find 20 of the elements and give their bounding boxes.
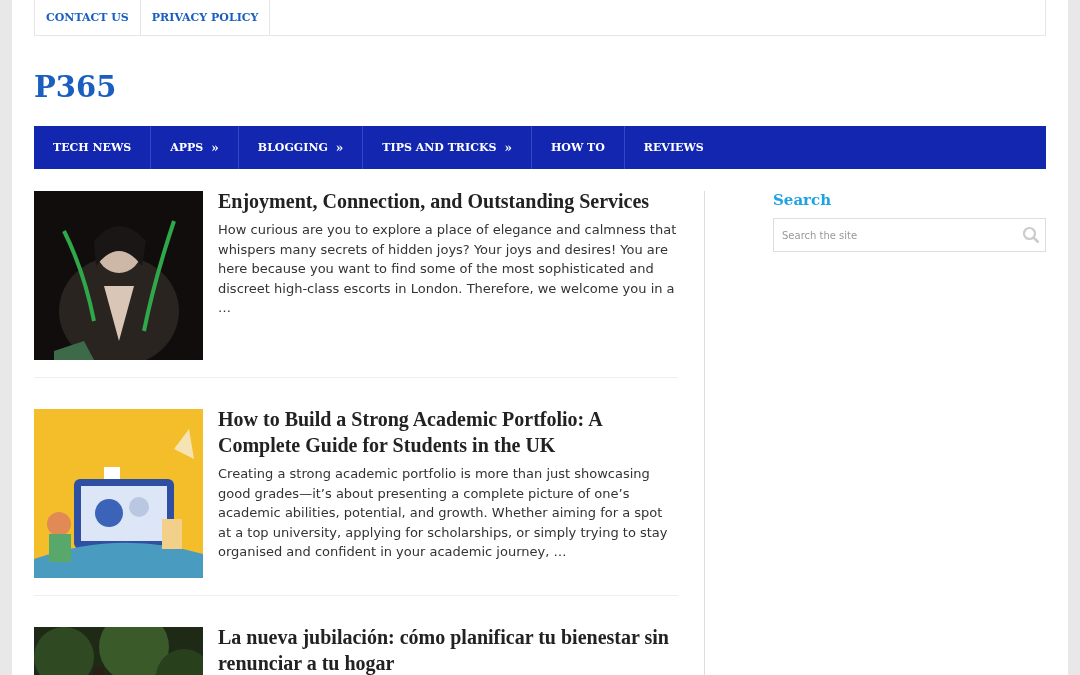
post-title[interactable]: Enjoyment, Connection, and Outstanding Services: [218, 188, 678, 214]
nav-item[interactable]: APPS »: [151, 126, 239, 169]
nav-item[interactable]: REVIEWS: [624, 126, 723, 169]
widget-title: Search: [773, 191, 833, 209]
search-icon[interactable]: [1022, 226, 1040, 244]
nav-item[interactable]: TIPS AND TRICKS »: [363, 126, 532, 169]
nav-item[interactable]: TECH NEWS: [34, 126, 152, 169]
top-menu-link[interactable]: PRIVACY POLICY: [140, 0, 271, 35]
nav-item[interactable]: HOW TO: [531, 126, 625, 169]
post-title[interactable]: La nueva jubilación: cómo planificar tu bienestar sin renunciar a tu hogar: [218, 624, 678, 675]
submenu-arrow-icon: »: [335, 140, 344, 155]
submenu-arrow-icon: »: [211, 140, 219, 155]
post-excerpt: How curious are you to explore a place of elegance and calmness that whispers many secrets of hidden joys? Your joys and desires! You are here because you want to find some of the most sophisticated and discreet high-class escorts in London. Therefore, we welcome you in a …: [218, 221, 678, 317]
search-field[interactable]: Search the site: [773, 218, 1046, 252]
submenu-arrow-icon: »: [504, 140, 512, 155]
post-title[interactable]: How to Build a Strong Academic Portfolio: A Complete Guide for Students in the UK: [218, 406, 678, 458]
top-menu-link[interactable]: CONTACT US: [35, 0, 141, 35]
post-excerpt: Creating a strong academic portfolio is more than just showcasing good grades—it’s about presenting a complete picture of one’s academic abilities, potential, and growth. Whether aiming for a spot at a top university, applying for scholarships, or simply trying to stay organised and confident in your academic journey, …: [218, 465, 669, 561]
nav-item[interactable]: BLOGGING »: [238, 126, 364, 169]
site-logo[interactable]: P365: [34, 70, 117, 104]
